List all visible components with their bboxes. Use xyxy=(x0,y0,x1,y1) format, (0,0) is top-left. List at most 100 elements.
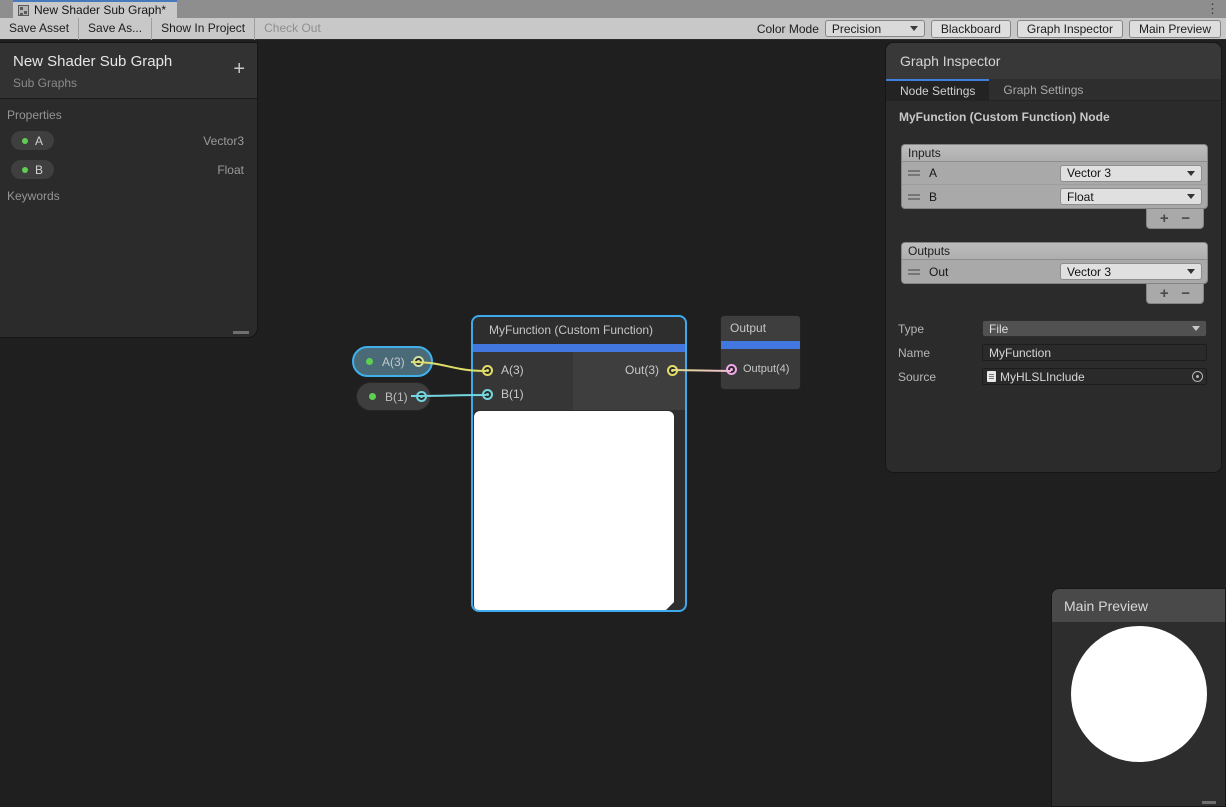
outputs-list: Outputs Out Vector 3 + − xyxy=(901,242,1208,304)
check-out-button[interactable]: Check Out xyxy=(255,18,330,40)
name-label: Name xyxy=(898,346,982,360)
custom-function-node[interactable]: MyFunction (Custom Function) A(3) B(1) O… xyxy=(471,315,687,612)
color-mode-dropdown[interactable]: Precision xyxy=(825,20,925,37)
main-preview-viewport[interactable] xyxy=(1052,622,1225,807)
function-name-field[interactable] xyxy=(982,344,1207,361)
property-row: A Vector3 xyxy=(10,130,244,151)
port-vector3-icon[interactable] xyxy=(482,365,493,376)
precision-bar xyxy=(473,344,685,352)
blackboard-toggle-button[interactable]: Blackboard xyxy=(931,20,1011,38)
node-title: Output xyxy=(721,316,800,341)
exposed-dot-icon xyxy=(366,358,373,365)
preview-sphere xyxy=(1071,626,1207,762)
property-pill-b[interactable]: B xyxy=(10,159,55,180)
overflow-menu-icon[interactable]: ⋮ xyxy=(1206,1,1219,17)
file-icon xyxy=(987,371,996,382)
port-float-icon[interactable] xyxy=(482,389,493,400)
blackboard-header: New Shader Sub Graph Sub Graphs + xyxy=(0,43,257,99)
function-fields: Type File Name Source MyHLSLInclude xyxy=(886,320,1221,392)
save-as-button[interactable]: Save As... xyxy=(79,18,151,40)
blackboard-title: New Shader Sub Graph xyxy=(13,53,245,70)
node-output-column: Out(3) xyxy=(573,352,685,410)
input-type-dropdown[interactable]: Vector 3 xyxy=(1060,165,1202,182)
list-row: B Float xyxy=(902,185,1207,208)
main-preview-panel: Main Preview xyxy=(1051,588,1226,807)
window-tab-bar: New Shader Sub Graph* ⋮ xyxy=(0,0,1226,18)
input-name: B xyxy=(929,190,937,204)
properties-section-label: Properties xyxy=(7,108,257,122)
property-row: B Float xyxy=(10,159,244,180)
graph-inspector-title: Graph Inspector xyxy=(886,43,1221,79)
property-type: Vector3 xyxy=(203,134,244,148)
shader-graph-icon xyxy=(18,5,29,16)
output-type-dropdown[interactable]: Vector 3 xyxy=(1060,263,1202,280)
chevron-down-icon xyxy=(1192,326,1200,331)
port-vector3-icon[interactable] xyxy=(413,356,424,367)
main-preview-toggle-button[interactable]: Main Preview xyxy=(1129,20,1221,38)
blackboard-panel: New Shader Sub Graph Sub Graphs + Proper… xyxy=(0,42,258,338)
chevron-down-icon xyxy=(910,26,918,31)
node-settings-heading: MyFunction (Custom Function) Node xyxy=(899,110,1207,124)
tab-graph-settings[interactable]: Graph Settings xyxy=(989,79,1097,100)
property-node-b[interactable]: B(1) xyxy=(356,382,431,411)
object-picker-icon[interactable] xyxy=(1192,371,1203,382)
output-node[interactable]: Output Output(4) xyxy=(720,315,801,390)
preview-resize-handle[interactable] xyxy=(665,602,674,611)
graph-inspector-panel: Graph Inspector Node Settings Graph Sett… xyxy=(885,42,1222,473)
output-name: Out xyxy=(929,265,948,279)
drag-handle-icon[interactable] xyxy=(908,170,920,176)
chevron-down-icon xyxy=(1187,171,1195,176)
chevron-down-icon xyxy=(1187,269,1195,274)
type-label: Type xyxy=(898,322,982,336)
exposed-dot-icon xyxy=(22,138,28,144)
exposed-dot-icon xyxy=(22,167,28,173)
list-row: A Vector 3 xyxy=(902,162,1207,185)
blackboard-resize-handle[interactable] xyxy=(233,331,249,334)
inspector-tabs: Node Settings Graph Settings xyxy=(886,79,1221,101)
tab-node-settings[interactable]: Node Settings xyxy=(886,79,989,100)
input-port-label: A(3) xyxy=(501,363,524,377)
port-float-icon[interactable] xyxy=(416,391,427,402)
property-node-a[interactable]: A(3) xyxy=(352,346,433,377)
node-title: MyFunction (Custom Function) xyxy=(473,317,685,344)
output-port-label: Out(3) xyxy=(625,363,659,377)
node-preview xyxy=(474,411,674,611)
drag-handle-icon[interactable] xyxy=(908,194,920,200)
graph-canvas[interactable]: A(3) B(1) MyFunction (Custom Function) A… xyxy=(0,41,1226,766)
add-property-button[interactable]: + xyxy=(233,59,245,79)
add-output-button[interactable]: + xyxy=(1160,286,1169,302)
show-in-project-button[interactable]: Show In Project xyxy=(152,18,254,40)
inputs-list-title: Inputs xyxy=(902,145,1207,162)
blackboard-subtitle: Sub Graphs xyxy=(13,76,245,90)
source-object-field[interactable]: MyHLSLInclude xyxy=(982,368,1207,385)
output-port-label: Output(4) xyxy=(743,363,789,375)
exposed-dot-icon xyxy=(369,393,376,400)
port-vector4-icon[interactable] xyxy=(726,364,737,375)
input-port-label: B(1) xyxy=(501,387,524,401)
source-label: Source xyxy=(898,370,982,384)
property-node-label: A(3) xyxy=(382,355,405,369)
port-vector3-icon[interactable] xyxy=(667,365,678,376)
inputs-list-footer: + − xyxy=(1146,209,1204,229)
color-mode-label: Color Mode xyxy=(757,22,819,36)
drag-handle-icon[interactable] xyxy=(908,269,920,275)
tab-title: New Shader Sub Graph* xyxy=(34,3,166,17)
type-dropdown[interactable]: File xyxy=(982,320,1207,337)
main-preview-resize-handle[interactable] xyxy=(1202,801,1216,804)
add-input-button[interactable]: + xyxy=(1160,211,1169,227)
property-pill-a[interactable]: A xyxy=(10,130,55,151)
outputs-list-footer: + − xyxy=(1146,284,1204,304)
chevron-down-icon xyxy=(1187,194,1195,199)
precision-bar xyxy=(721,341,800,349)
graph-toolbar: Save Asset Save As... Show In Project Ch… xyxy=(0,18,1226,40)
graph-inspector-toggle-button[interactable]: Graph Inspector xyxy=(1017,20,1123,38)
outputs-list-title: Outputs xyxy=(902,243,1207,260)
remove-input-button[interactable]: − xyxy=(1181,211,1190,227)
save-asset-button[interactable]: Save Asset xyxy=(0,18,78,40)
property-node-label: B(1) xyxy=(385,390,408,404)
main-preview-title: Main Preview xyxy=(1052,589,1225,622)
remove-output-button[interactable]: − xyxy=(1181,286,1190,302)
input-type-dropdown[interactable]: Float xyxy=(1060,188,1202,205)
inputs-list: Inputs A Vector 3 B Float xyxy=(901,144,1208,229)
tab-new-shader-sub-graph[interactable]: New Shader Sub Graph* xyxy=(13,0,177,18)
